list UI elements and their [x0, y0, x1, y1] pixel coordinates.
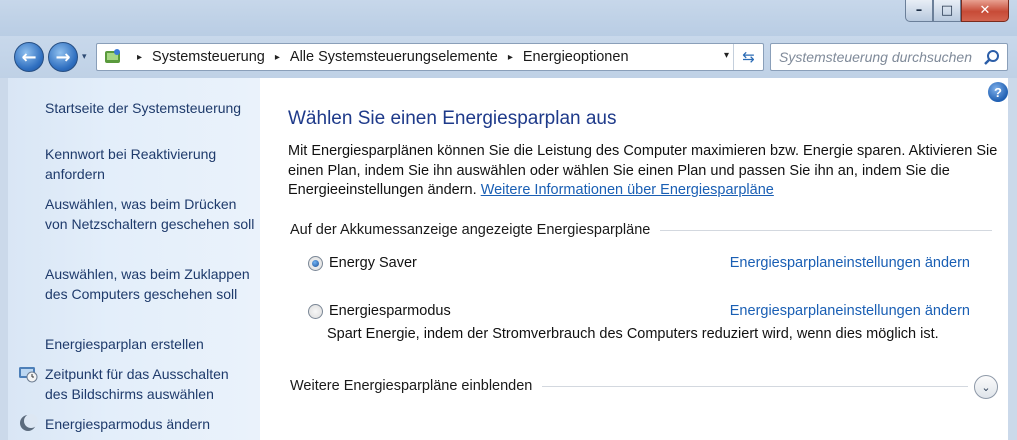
main-content: ? Wählen Sie einen Energiesparplan aus M… — [260, 78, 1008, 440]
expand-chevron-icon[interactable]: ⌄ — [974, 375, 998, 399]
more-info-link[interactable]: Weitere Informationen über Energiesparpl… — [481, 182, 774, 198]
plan-name[interactable]: Energiesparmodus — [329, 303, 451, 319]
breadcrumb: ▸ Systemsteuerung ▸ Alle Systemsteuerung… — [127, 44, 629, 70]
search-input[interactable]: Systemsteuerung durchsuchen — [770, 43, 1008, 71]
plan-name[interactable]: Energy Saver — [329, 255, 417, 271]
page-title: Wählen Sie einen Energiesparplan aus — [288, 108, 617, 129]
refresh-button[interactable]: ⇆ — [733, 44, 763, 70]
sidebar-item-kennwort[interactable]: Kennwort bei Reaktivierung anfordern — [45, 144, 255, 184]
more-plans-label[interactable]: Weitere Energiesparpläne einblenden — [290, 378, 532, 394]
monitor-clock-icon — [19, 367, 38, 383]
radio-selected-dot — [312, 259, 319, 267]
sidebar-item-startseite[interactable]: Startseite der Systemsteuerung — [45, 98, 255, 118]
breadcrumb-item-alle-elemente[interactable]: Alle Systemsteuerungselemente — [290, 49, 498, 65]
close-button[interactable]: ✕ — [961, 0, 1009, 22]
moon-icon — [20, 414, 38, 431]
divider — [660, 229, 992, 231]
address-dropdown-icon[interactable]: ▾ — [724, 50, 729, 61]
sidebar-item-bildschirm[interactable]: Zeitpunkt für das Ausschalten des Bildsc… — [45, 364, 255, 404]
plan-energy-saver-radio[interactable] — [308, 255, 323, 271]
plan-group-header: Auf der Akkumessanzeige angezeigte Energ… — [290, 220, 992, 240]
change-plan-settings-link[interactable]: Energiesparplaneinstellungen ändern — [730, 255, 970, 271]
more-plans-header[interactable]: Weitere Energiesparpläne einblenden — [290, 376, 968, 396]
search-placeholder: Systemsteuerung durchsuchen — [779, 49, 972, 65]
plan-energiesparmodus-radio[interactable] — [308, 303, 323, 319]
help-button[interactable]: ? — [988, 82, 1008, 102]
breadcrumb-item-energieoptionen[interactable]: Energieoptionen — [523, 49, 629, 65]
sidebar: Startseite der Systemsteuerung Kennwort … — [8, 78, 260, 440]
maximize-button[interactable]: □ — [933, 0, 961, 22]
sidebar-item-netzschalter[interactable]: Auswählen, was beim Drücken von Netzscha… — [45, 194, 255, 234]
breadcrumb-item-systemsteuerung[interactable]: Systemsteuerung — [152, 49, 265, 65]
sidebar-item-plan-erstellen[interactable]: Energiesparplan erstellen — [45, 334, 255, 354]
plan-energiesparmodus: Energiesparmodus Energiesparplaneinstell… — [308, 301, 998, 321]
address-bar[interactable]: ▸ Systemsteuerung ▸ Alle Systemsteuerung… — [96, 43, 764, 71]
minimize-button[interactable]: – — [905, 0, 933, 22]
back-button[interactable]: ← — [14, 42, 44, 72]
breadcrumb-separator[interactable]: ▸ — [275, 52, 280, 63]
breadcrumb-separator[interactable]: ▸ — [137, 52, 142, 63]
sidebar-item-zuklappen[interactable]: Auswählen, was beim Zuklappen des Comput… — [45, 264, 255, 304]
plan-group-label: Auf der Akkumessanzeige angezeigte Energ… — [290, 222, 651, 238]
control-panel-icon — [105, 49, 120, 63]
window-controls: – □ ✕ — [905, 0, 1009, 22]
sidebar-item-energiesparmodus[interactable]: Energiesparmodus ändern — [45, 414, 255, 434]
divider — [542, 385, 968, 387]
forward-button[interactable]: → — [48, 42, 78, 72]
recent-pages-dropdown[interactable]: ▾ — [82, 52, 94, 64]
search-icon[interactable] — [983, 49, 1001, 67]
plan-description: Spart Energie, indem der Stromverbrauch … — [327, 326, 939, 342]
navigation-bar: ← → ▾ ▸ Systemsteuerung ▸ Alle Systemste… — [0, 36, 1017, 78]
page-description: Mit Energiesparplänen können Sie die Lei… — [288, 142, 1000, 201]
breadcrumb-separator[interactable]: ▸ — [508, 52, 513, 63]
title-bar: – □ ✕ — [0, 0, 1017, 36]
change-plan-settings-link[interactable]: Energiesparplaneinstellungen ändern — [730, 303, 970, 319]
plan-energy-saver: Energy Saver Energiesparplaneinstellunge… — [308, 253, 998, 273]
